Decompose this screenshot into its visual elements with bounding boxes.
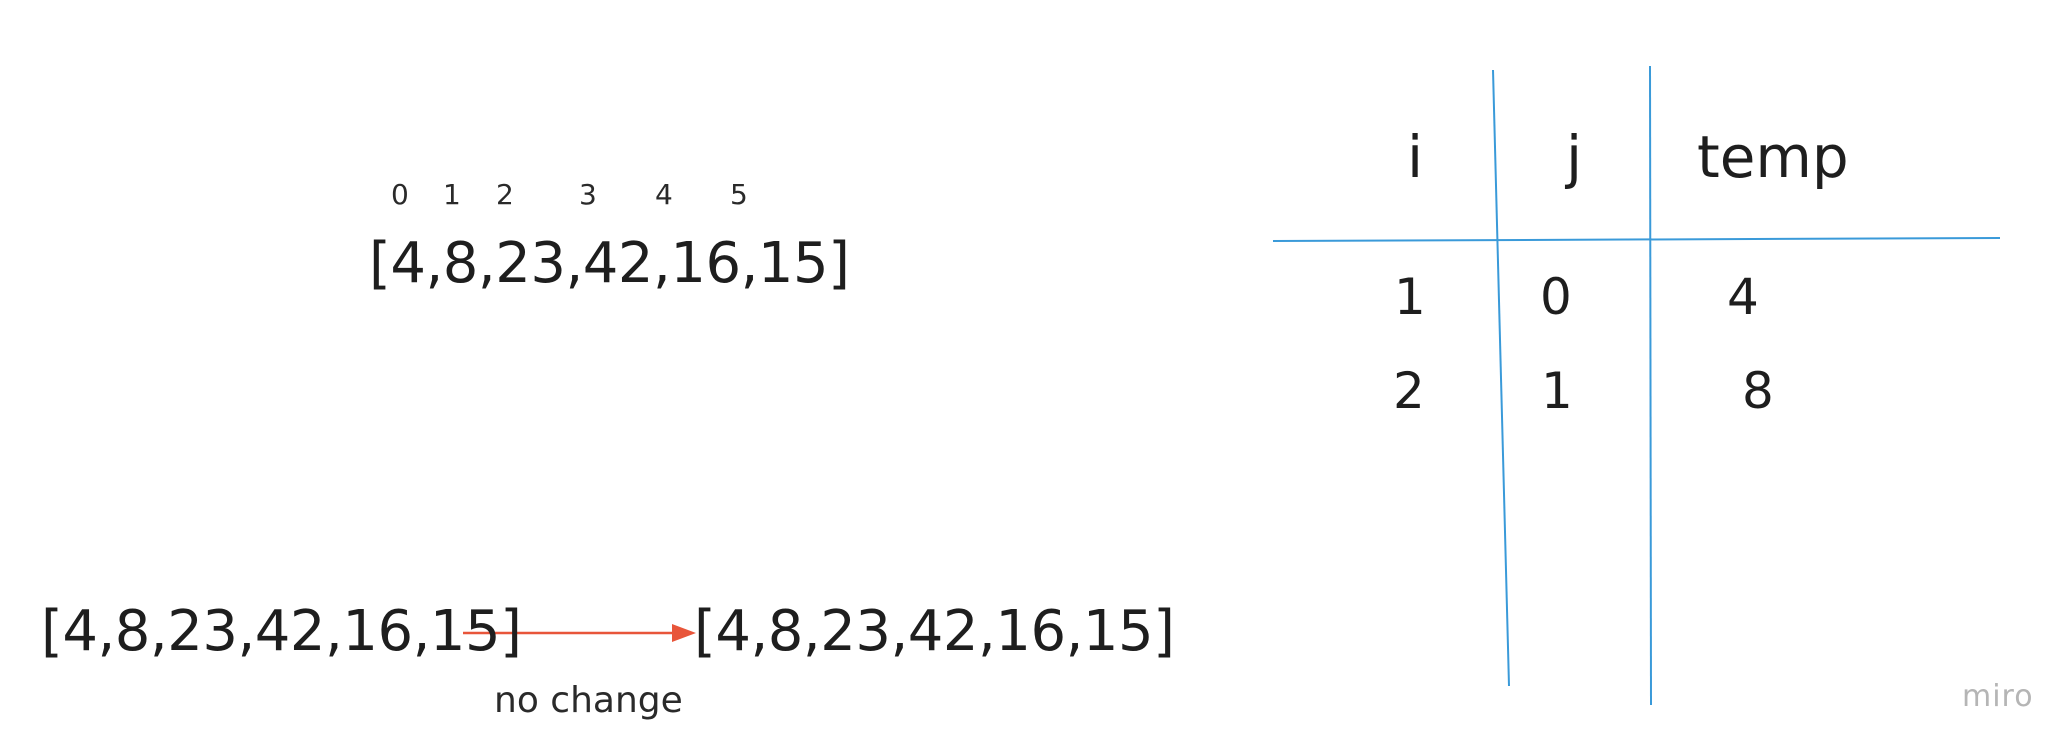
table-row-1-j: 0 [1540, 268, 1572, 326]
table-header-j: j [1566, 123, 1583, 191]
no-change-label: no change [494, 680, 683, 721]
index-label-4: 4 [655, 178, 673, 211]
table-row-1-i: 1 [1394, 268, 1426, 326]
table-horizontal-line [1272, 237, 2001, 242]
index-label-2: 2 [496, 178, 514, 211]
index-label-3: 3 [579, 178, 597, 211]
array-top: [4,8,23,42,16,15] [369, 231, 850, 296]
table-header-i: i [1407, 123, 1424, 191]
table-vertical-line-2 [1649, 65, 1652, 706]
transition-arrow-head [672, 624, 696, 642]
table-row-2-temp: 8 [1742, 362, 1774, 420]
table-vertical-line-1 [1492, 69, 1510, 687]
table-row-2-i: 2 [1393, 362, 1425, 420]
array-after: [4,8,23,42,16,15] [694, 599, 1175, 664]
array-before: [4,8,23,42,16,15] [41, 599, 522, 664]
index-label-0: 0 [391, 178, 409, 211]
miro-watermark: miro [1962, 679, 2034, 714]
index-label-1: 1 [443, 178, 461, 211]
table-row-2-j: 1 [1541, 362, 1573, 420]
table-row-1-temp: 4 [1727, 268, 1759, 326]
table-header-temp: temp [1697, 123, 1849, 191]
index-label-5: 5 [730, 178, 748, 211]
